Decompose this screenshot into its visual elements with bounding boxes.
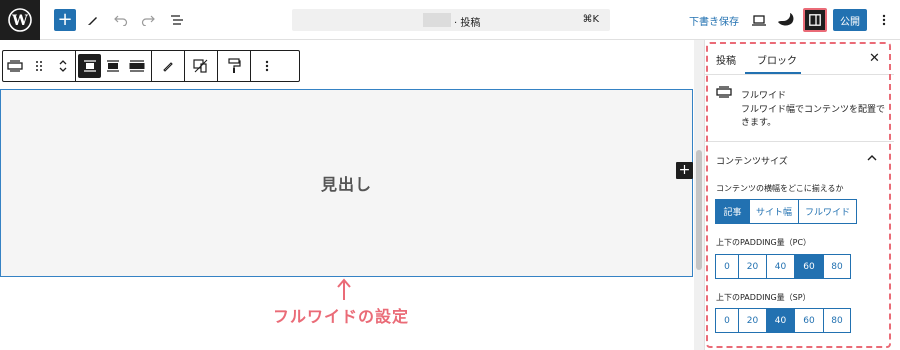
drag-handle-icon[interactable]	[27, 51, 51, 81]
fullwide-block[interactable]: 見出し	[0, 89, 693, 277]
padding-sp-0[interactable]: 0	[715, 308, 739, 333]
block-options-icon[interactable]	[255, 51, 279, 81]
padding-sp-toggle-group: 0 20 40 60 80	[715, 308, 851, 333]
padding-pc-0[interactable]: 0	[715, 254, 739, 279]
editor-topbar: W + · 投稿 ⌘K 下書き保存 公開	[0, 0, 900, 40]
padding-pc-80[interactable]: 80	[824, 254, 851, 279]
padding-sp-40[interactable]: 40	[767, 308, 795, 333]
fullwide-block-icon	[716, 86, 732, 98]
tab-post[interactable]: 投稿	[716, 52, 736, 67]
svg-text:W: W	[11, 13, 28, 29]
block-card-title: フルワイド	[741, 91, 787, 101]
align-field-label: コンテンツの横幅をどこに揃えるか	[716, 184, 844, 193]
padding-sp-80[interactable]: 80	[824, 308, 851, 333]
wordpress-logo-icon[interactable]: W	[0, 0, 40, 40]
hide-on-device-icon[interactable]	[189, 51, 213, 81]
undo-icon[interactable]	[113, 8, 129, 32]
align-none-icon[interactable]	[78, 54, 101, 78]
padding-pc-20[interactable]: 20	[739, 254, 767, 279]
padding-sp-60[interactable]: 60	[795, 308, 824, 333]
block-card-description: フルワイド幅でコンテンツを配置できます。	[741, 105, 886, 128]
paint-roller-icon[interactable]	[222, 51, 246, 81]
align-full-icon[interactable]	[125, 51, 149, 81]
heading-placeholder[interactable]: 見出し	[321, 171, 372, 195]
padding-pc-60[interactable]: 60	[795, 254, 824, 279]
command-palette-bar[interactable]: · 投稿 ⌘K	[292, 9, 610, 31]
edit-pencil-icon[interactable]	[156, 51, 180, 81]
align-option-article[interactable]: 記事	[715, 199, 750, 224]
block-type-fullwide-icon[interactable]	[3, 51, 27, 81]
more-options-icon[interactable]	[878, 8, 890, 32]
move-up-down-icon[interactable]	[51, 51, 75, 81]
publish-button[interactable]: 公開	[833, 9, 867, 31]
annotation-arrow-icon	[337, 278, 351, 300]
document-title-redacted	[423, 13, 451, 27]
annotation-label: フルワイドの設定	[273, 307, 410, 326]
shortcut-hint: ⌘K	[582, 14, 599, 25]
canvas-scrollbar-thumb[interactable]	[696, 150, 702, 270]
align-option-fullwide[interactable]: フルワイド	[799, 199, 857, 224]
settings-sidebar-toggle-button[interactable]	[803, 8, 827, 32]
padding-pc-toggle-group: 0 20 40 60 80	[715, 254, 851, 279]
padding-pc-40[interactable]: 40	[767, 254, 795, 279]
active-tab-indicator	[745, 72, 801, 74]
align-toggle-group: 記事 サイト幅 フルワイド	[715, 199, 857, 224]
close-sidebar-icon[interactable]: ✕	[869, 51, 880, 66]
document-overview-icon[interactable]	[168, 8, 186, 32]
padding-sp-20[interactable]: 20	[739, 308, 767, 333]
align-option-site-width[interactable]: サイト幅	[750, 199, 799, 224]
save-draft-button[interactable]: 下書き保存	[689, 13, 739, 28]
chevron-up-icon[interactable]	[867, 153, 877, 164]
align-wide-icon[interactable]	[101, 51, 125, 81]
redo-icon[interactable]	[140, 8, 156, 32]
padding-sp-label: 上下のPADDING量（SP）	[716, 293, 811, 302]
preview-desktop-icon[interactable]	[750, 8, 768, 32]
block-toolbar	[2, 50, 300, 82]
tab-block[interactable]: ブロック	[757, 52, 797, 67]
content-size-panel-title[interactable]: コンテンツサイズ	[716, 154, 788, 167]
block-inserter-button[interactable]: +	[676, 162, 693, 179]
padding-pc-label: 上下のPADDING量（PC）	[716, 238, 812, 247]
add-block-button[interactable]: +	[54, 9, 76, 31]
theme-plugin-icon[interactable]	[776, 8, 796, 32]
pen-tool-icon[interactable]	[86, 8, 100, 32]
document-title: · 投稿	[454, 18, 481, 29]
